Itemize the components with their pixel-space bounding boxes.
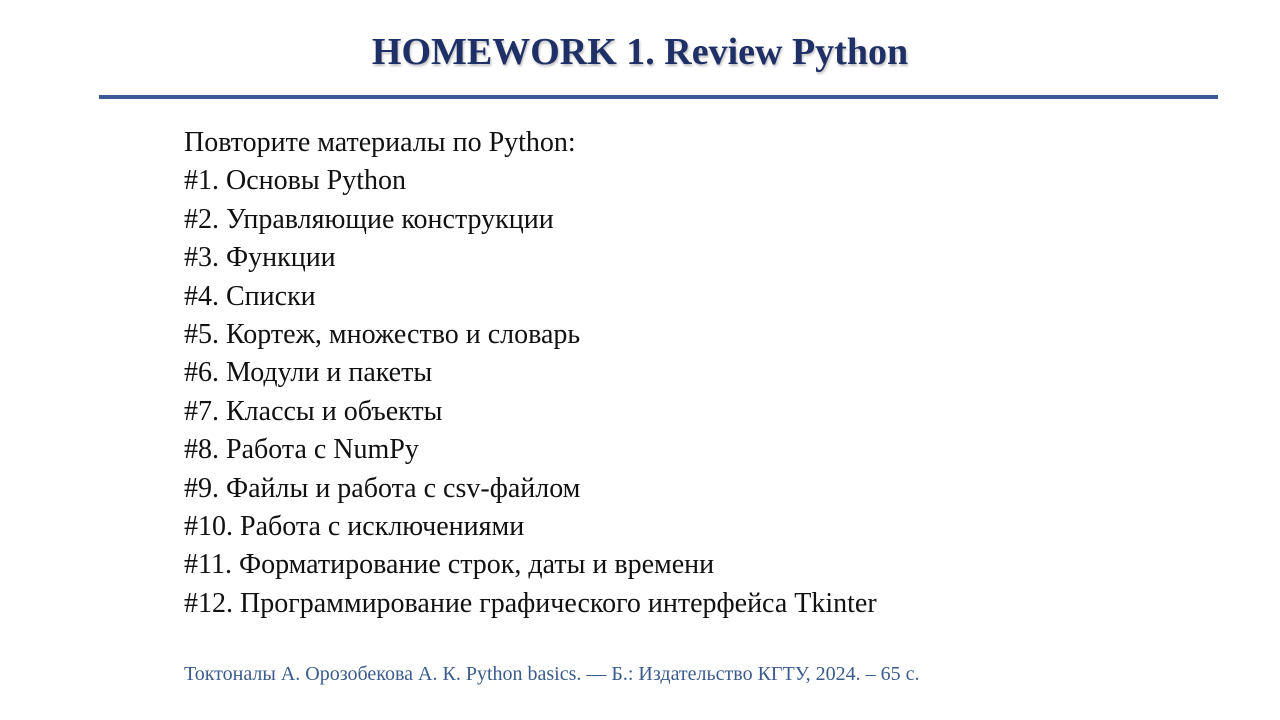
list-item: #9. Файлы и работа с csv-файлом bbox=[184, 472, 581, 504]
list-item: #11. Форматирование строк, даты и времен… bbox=[184, 549, 715, 581]
list-intro: Повторите материалы по Python: bbox=[184, 127, 576, 158]
list-item: #7. Классы и объекты bbox=[184, 395, 443, 427]
list-item: #5. Кортеж, множество и словарь bbox=[184, 319, 581, 351]
list-item: #10. Работа с исключениями bbox=[184, 511, 525, 543]
reference-citation: Токтоналы А. Орозобекова А. К. Python ba… bbox=[184, 663, 920, 685]
slide: HOMEWORK 1. Review Python Повторите мате… bbox=[0, 0, 1280, 720]
list-item: #2. Управляющие конструкции bbox=[184, 203, 554, 235]
title-divider bbox=[99, 95, 1218, 99]
list-item: #3. Функции bbox=[184, 242, 336, 274]
list-item: #6. Модули и пакеты bbox=[184, 357, 433, 389]
slide-title: HOMEWORK 1. Review Python bbox=[371, 31, 909, 73]
list-item: #1. Основы Python bbox=[184, 165, 407, 197]
list-item: #12. Программирование графического интер… bbox=[184, 587, 877, 619]
list-item: #8. Работа с NumPy bbox=[184, 434, 419, 466]
topic-list: Повторите материалы по Python: #1. Основ… bbox=[184, 124, 1184, 623]
list-item: #4. Списки bbox=[184, 280, 316, 312]
